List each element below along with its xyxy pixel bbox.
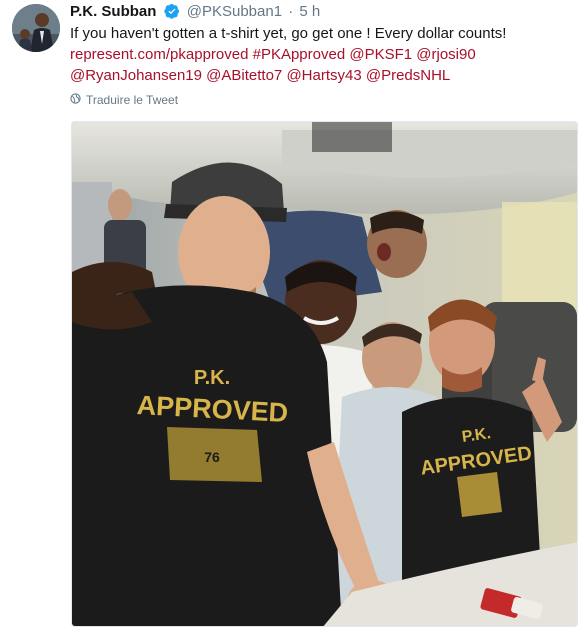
hashtag-pkapproved[interactable]: #PKApproved [253, 46, 346, 63]
timestamp[interactable]: 5 h [299, 3, 320, 20]
tweet-text-line: If you haven't gotten a t-shirt yet, go … [70, 25, 507, 42]
shirt-number-left: 76 [204, 449, 220, 465]
separator-dot: · [288, 3, 294, 20]
mention-rjosi90[interactable]: @rjosi90 [416, 46, 475, 63]
tweet-text: If you haven't gotten a t-shirt yet, go … [70, 23, 570, 86]
translate-label: Traduire le Tweet [86, 93, 179, 107]
translate-tweet-link[interactable]: Traduire le Tweet [70, 92, 178, 108]
verified-badge-icon [163, 3, 180, 25]
shirt-text-left-1: P.K. [194, 367, 230, 389]
airplane-group-photo: P.K. APPROVED P.K. APPROVED 76 [72, 122, 577, 626]
mention-hartsy43[interactable]: @Hartsy43 [286, 67, 361, 84]
tweet-header: P.K. Subban @PKSubban1 · 5 h [70, 2, 320, 25]
avatar-image [12, 4, 60, 52]
mention-abitetto7[interactable]: @ABitetto7 [206, 67, 282, 84]
globe-icon [70, 92, 81, 108]
mention-predsnhl[interactable]: @PredsNHL [366, 67, 450, 84]
tweet-photo[interactable]: P.K. APPROVED P.K. APPROVED 76 [71, 121, 578, 627]
link-represent[interactable]: represent.com/pkapproved [70, 46, 248, 63]
author-handle[interactable]: @PKSubban1 [187, 3, 282, 20]
tweet[interactable]: P.K. Subban @PKSubban1 · 5 h If you have… [0, 0, 586, 637]
mention-ryanjohansen19[interactable]: @RyanJohansen19 [70, 67, 202, 84]
mention-pksf1[interactable]: @PKSF1 [349, 46, 412, 63]
author-name[interactable]: P.K. Subban [70, 3, 156, 20]
tweet-links: represent.com/pkapproved #PKApproved @PK… [70, 44, 570, 86]
avatar[interactable] [12, 4, 60, 52]
